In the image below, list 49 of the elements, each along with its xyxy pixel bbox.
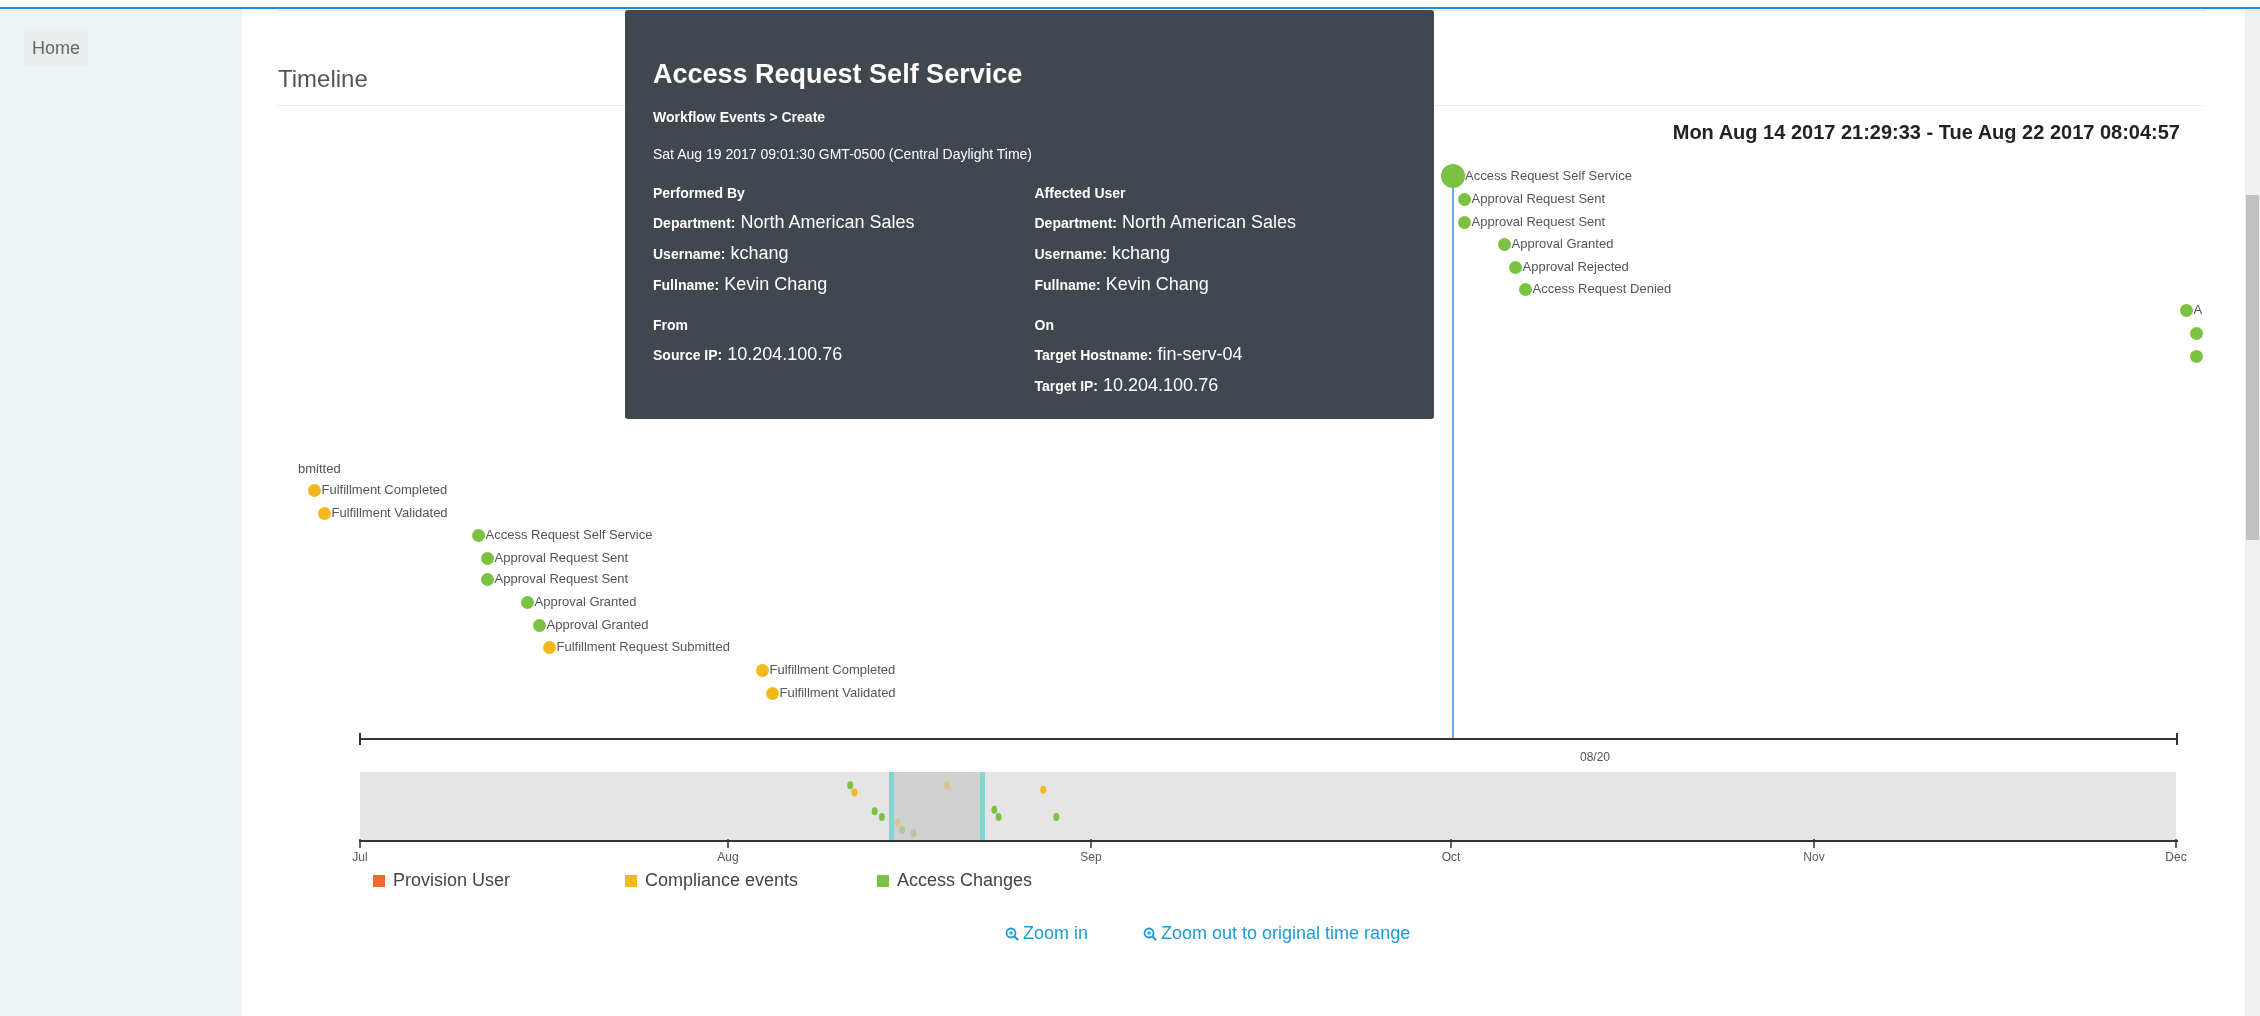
tooltip-heading: On (1034, 315, 1055, 335)
event-label: Approval Granted (534, 593, 637, 612)
event-label: Approval Request Sent (494, 549, 629, 568)
tooltip-path: Workflow Events > Create (653, 107, 827, 127)
month-label: Jul (352, 849, 368, 866)
event-label: Access Request Denied (1532, 280, 1672, 299)
event-label: Approval Request Sent (1471, 213, 1606, 232)
section-title: Timeline (278, 65, 368, 92)
legend-label: Access Changes (897, 869, 1033, 892)
axis-label: 08/20 (1580, 749, 1611, 766)
event-label: Fulfillment Request Submitted (556, 638, 730, 657)
zoom-link[interactable]: Zoom in (1005, 920, 1089, 947)
event-label: bmitted (298, 460, 341, 478)
event-label: Approval Request Sent (494, 570, 629, 589)
date-range: Mon Aug 14 2017 21:29:33 - Tue Aug 22 2017 08:04:57 (1672, 120, 2180, 145)
tooltip-field: Username: kchang (653, 240, 1025, 266)
month-label: Oct (1441, 849, 1461, 866)
tooltip-heading: Performed By (653, 183, 746, 203)
zoom-link[interactable]: Zoom out to original time range (1143, 920, 1411, 947)
event-label: Approval Granted (1511, 235, 1614, 254)
tooltip-field: Fullname: Kevin Chang (653, 271, 1025, 297)
tooltip-timestamp: Sat Aug 19 2017 09:01:30 GMT-0500 (Central Daylight Time) (653, 144, 1033, 164)
tooltip-field: Department: North American Sales (653, 209, 1025, 235)
tooltip-title: Access Request Self Service (653, 58, 1024, 91)
legend-label: Provision User (393, 869, 511, 892)
event-label: Fulfillment Validated (779, 684, 896, 703)
tooltip-field: Source IP: 10.204.100.76 (653, 341, 1025, 367)
month-label: Sep (1080, 849, 1102, 866)
tooltip-heading: From (653, 315, 689, 335)
tooltip-heading: Affected User (1034, 183, 1127, 203)
month-label: Nov (1803, 849, 1825, 866)
event-label: Access Request Self Service (1465, 167, 1632, 186)
tooltip-field: Target Hostname: fin-serv-04 (1034, 341, 1406, 367)
tooltip-field: Target IP: 10.204.100.76 (1034, 372, 1406, 398)
event-label: Fulfillment Completed (321, 481, 448, 500)
event-label: Access Request Self Service (485, 526, 653, 545)
tooltip-field: Department: North American Sales (1034, 209, 1406, 235)
event-label: Approval Granted (546, 616, 649, 635)
event-label: Approval Request Sent (1471, 190, 1606, 209)
event-label: Fulfillment Validated (331, 504, 448, 523)
event-label: Fulfillment Completed (769, 661, 896, 680)
legend-label: Compliance events (645, 869, 799, 892)
sidebar-item[interactable]: Home (24, 31, 88, 66)
event-label: A (2193, 301, 2203, 320)
tooltip-field: Username: kchang (1034, 240, 1406, 266)
month-label: Dec (2165, 849, 2187, 866)
event-label: Approval Rejected (1522, 258, 1629, 277)
tooltip-field: Fullname: Kevin Chang (1034, 271, 1406, 297)
month-label: Aug (717, 849, 739, 866)
